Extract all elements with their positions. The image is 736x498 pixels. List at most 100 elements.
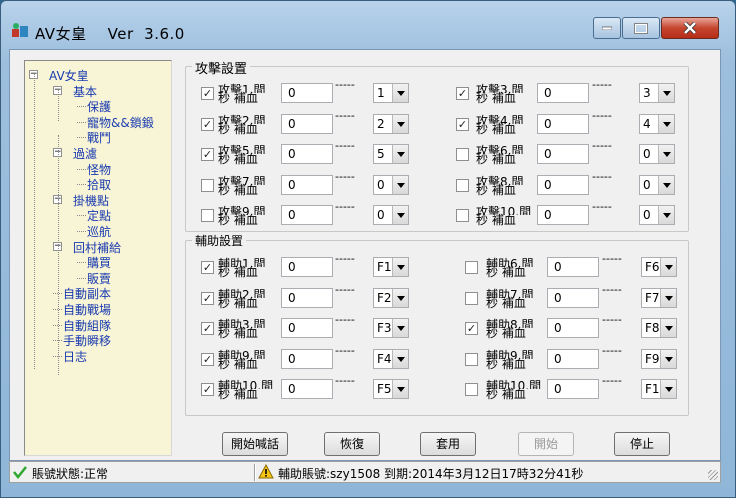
chevron-down-icon[interactable] (658, 206, 674, 224)
chevron-down-icon[interactable] (392, 380, 408, 398)
attack-slot-key-select[interactable]: 3 (639, 83, 675, 103)
attack-slot-interval-input[interactable]: 0 (537, 205, 589, 225)
attack-slot-interval-input[interactable]: 0 (281, 83, 333, 103)
assist-slot-checkbox[interactable]: ✓ (201, 322, 214, 335)
assist-slot-checkbox[interactable]: ✓ (201, 261, 214, 274)
assist-slot-interval-input[interactable]: 0 (547, 379, 599, 399)
assist-slot-checkbox[interactable]: ✓ (465, 322, 478, 335)
tree-item[interactable]: 定點 (87, 207, 111, 224)
chevron-down-icon[interactable] (392, 288, 408, 307)
attack-slot-checkbox[interactable] (456, 178, 469, 192)
attack-slot-key-select[interactable]: 4 (639, 113, 675, 134)
assist-slot-checkbox[interactable]: ✓ (201, 352, 214, 366)
assist-slot-key-select[interactable]: F2 (373, 287, 409, 308)
assist-slot-key-select[interactable]: F8 (641, 318, 677, 338)
attack-slot-key-select[interactable]: 0 (373, 205, 409, 225)
chevron-down-icon[interactable] (392, 206, 408, 224)
stop-button[interactable]: 停止 (614, 432, 670, 456)
assist-slot-key-select[interactable]: F6 (641, 257, 677, 277)
chevron-down-icon[interactable] (392, 114, 408, 133)
attack-slot-checkbox[interactable] (201, 209, 214, 222)
assist-slot-interval-input[interactable]: 0 (281, 287, 333, 308)
chevron-down-icon[interactable] (392, 349, 408, 368)
assist-slot-key-select[interactable]: F7 (641, 287, 677, 308)
minimize-button[interactable] (593, 17, 621, 39)
chevron-down-icon[interactable] (660, 319, 676, 337)
chevron-down-icon[interactable] (392, 319, 408, 337)
chevron-down-icon[interactable] (392, 84, 408, 102)
tree-item[interactable]: 基本 (73, 83, 97, 100)
assist-slot-interval-input[interactable]: 0 (547, 318, 599, 338)
resize-grip[interactable] (708, 470, 718, 480)
assist-slot-key-select[interactable]: F9 (641, 348, 677, 369)
tree-item[interactable]: 拾取 (87, 176, 111, 193)
apply-button[interactable]: 套用 (420, 432, 476, 456)
assist-slot-interval-input[interactable]: 0 (281, 379, 333, 399)
assist-slot-checkbox[interactable] (465, 352, 478, 366)
chevron-down-icon[interactable] (392, 175, 408, 194)
chevron-down-icon[interactable] (658, 175, 674, 194)
chevron-down-icon[interactable] (660, 258, 676, 276)
assist-slot-interval-input[interactable]: 0 (547, 257, 599, 277)
assist-slot-interval-input[interactable]: 0 (547, 348, 599, 369)
tree-item[interactable]: 過濾 (73, 145, 97, 162)
tree-item[interactable]: 販賣 (87, 270, 111, 287)
tree-item[interactable]: 掛機點 (73, 192, 109, 209)
attack-slot-checkbox[interactable]: ✓ (456, 87, 469, 100)
tree-item[interactable]: 回村補給 (73, 239, 121, 256)
assist-slot-key-select[interactable]: F3 (373, 318, 409, 338)
assist-slot-key-select[interactable]: F4 (373, 348, 409, 369)
chevron-down-icon[interactable] (392, 258, 408, 276)
chevron-down-icon[interactable] (660, 288, 676, 307)
chevron-down-icon[interactable] (658, 84, 674, 102)
assist-slot-key-select[interactable]: F1 (373, 257, 409, 277)
chevron-down-icon[interactable] (660, 380, 676, 398)
tree-item[interactable]: 怪物 (87, 161, 111, 178)
tree-item[interactable]: 手動瞬移 (63, 332, 111, 349)
tree-item[interactable]: 日志 (63, 348, 87, 365)
assist-slot-key-select[interactable]: F1 (641, 379, 677, 399)
tree-item[interactable]: 自動組隊 (63, 317, 111, 334)
chevron-down-icon[interactable] (392, 145, 408, 163)
attack-slot-key-select[interactable]: 0 (639, 174, 675, 195)
assist-slot-checkbox[interactable] (465, 261, 478, 274)
assist-slot-checkbox[interactable]: ✓ (201, 383, 214, 396)
attack-slot-interval-input[interactable]: 0 (537, 174, 589, 195)
title-bar[interactable]: AV女皇 Ver 3.6.0 (1, 1, 735, 43)
attack-slot-key-select[interactable]: 2 (373, 113, 409, 134)
tree-item[interactable]: 自動副本 (63, 285, 111, 302)
attack-slot-key-select[interactable]: 0 (639, 144, 675, 164)
tree-item[interactable]: 戰鬥 (87, 129, 111, 146)
assist-slot-interval-input[interactable]: 0 (547, 287, 599, 308)
attack-slot-checkbox[interactable]: ✓ (201, 148, 214, 161)
assist-slot-checkbox[interactable] (465, 383, 478, 396)
attack-slot-key-select[interactable]: 0 (373, 174, 409, 195)
attack-slot-key-select[interactable]: 1 (373, 83, 409, 103)
maximize-button[interactable] (622, 17, 660, 39)
chevron-down-icon[interactable] (660, 349, 676, 368)
tree-item[interactable]: 保護 (87, 98, 111, 115)
tree-item[interactable]: 寵物&&鎖鍛 (87, 114, 154, 131)
attack-slot-interval-input[interactable]: 0 (537, 83, 589, 103)
attack-slot-checkbox[interactable]: ✓ (201, 117, 214, 131)
tree-item[interactable]: 自動戰場 (63, 301, 111, 318)
attack-slot-interval-input[interactable]: 0 (537, 113, 589, 134)
attack-slot-checkbox[interactable]: ✓ (456, 117, 469, 131)
attack-slot-checkbox[interactable]: ✓ (201, 87, 214, 100)
assist-slot-interval-input[interactable]: 0 (281, 257, 333, 277)
attack-slot-checkbox[interactable] (456, 148, 469, 161)
assist-slot-key-select[interactable]: F5 (373, 379, 409, 399)
attack-slot-checkbox[interactable] (456, 209, 469, 222)
attack-slot-interval-input[interactable]: 0 (537, 144, 589, 164)
attack-slot-interval-input[interactable]: 0 (281, 205, 333, 225)
attack-slot-interval-input[interactable]: 0 (281, 174, 333, 195)
attack-slot-interval-input[interactable]: 0 (281, 113, 333, 134)
start-button[interactable]: 開始 (518, 432, 574, 456)
tree-item[interactable]: 巡航 (87, 223, 111, 240)
assist-slot-interval-input[interactable]: 0 (281, 348, 333, 369)
assist-slot-checkbox[interactable]: ✓ (201, 291, 214, 305)
attack-slot-checkbox[interactable] (201, 178, 214, 192)
chevron-down-icon[interactable] (658, 114, 674, 133)
assist-slot-checkbox[interactable] (465, 291, 478, 305)
tree-item[interactable]: 購買 (87, 254, 111, 271)
